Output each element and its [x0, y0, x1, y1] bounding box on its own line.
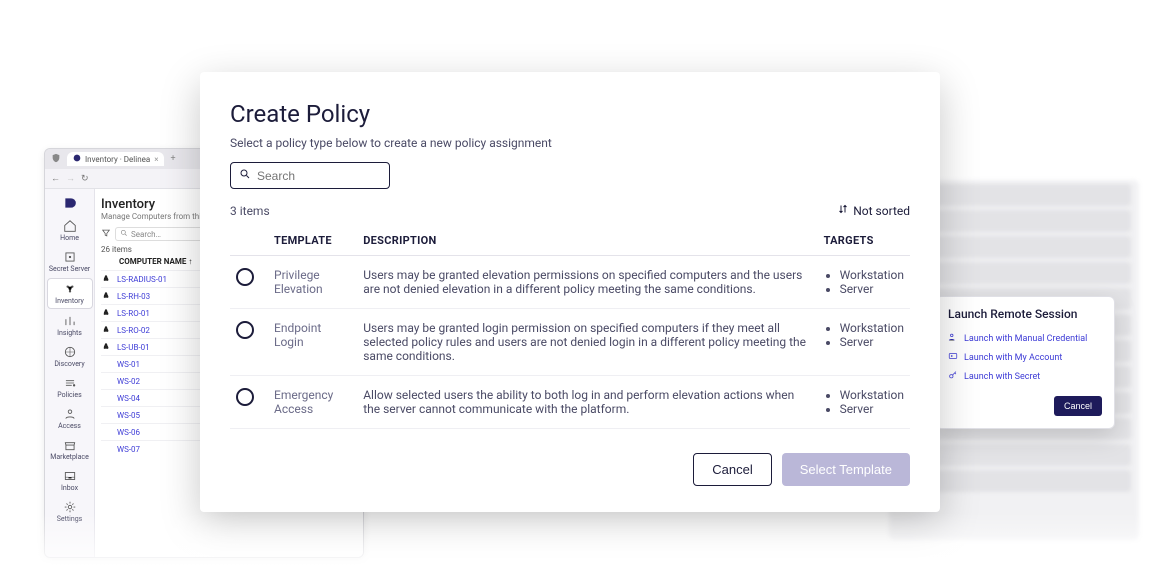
table-row[interactable]: Privilege ElevationUsers may be granted … [230, 256, 910, 309]
sidebar-item-inventory[interactable]: Inventory [47, 278, 93, 309]
tab-close-icon[interactable]: × [154, 155, 158, 164]
key-icon [948, 370, 958, 383]
windows-icon [101, 376, 111, 386]
computer-name-link[interactable]: WS-05 [117, 411, 140, 420]
radio-button[interactable] [236, 268, 254, 286]
modal-subtitle: Select a policy type below to create a n… [230, 136, 910, 150]
app-sidebar: Home Secret Server Inventory Insights Di… [45, 189, 95, 557]
nav-reload-icon[interactable]: ↻ [81, 174, 89, 184]
template-name: Emergency Access [268, 376, 357, 429]
computer-name-link[interactable]: LS-RH-03 [117, 292, 150, 301]
computer-name-link[interactable]: WS-01 [117, 360, 140, 369]
sidebar-item-access[interactable]: Access [47, 404, 93, 433]
sort-asc-icon: ↑ [188, 257, 192, 266]
launch-option-secret[interactable]: Launch with Secret [948, 367, 1102, 386]
template-name: Endpoint Login [268, 309, 357, 376]
computer-name-link[interactable]: LS-UB-01 [117, 343, 150, 352]
policy-item-count: 3 items [230, 204, 270, 218]
id-card-icon [948, 351, 958, 364]
template-targets: WorkstationServer [818, 256, 910, 309]
sidebar-item-insights[interactable]: Insights [47, 311, 93, 340]
sort-control[interactable]: Not sorted [837, 203, 910, 218]
computer-name-link[interactable]: WS-07 [117, 445, 140, 454]
policy-search-input[interactable] [230, 162, 390, 189]
computer-name-link[interactable]: WS-02 [117, 377, 140, 386]
computer-name-link[interactable]: LS-RADIUS-01 [117, 275, 167, 284]
tab-title: Inventory · Delinea [85, 155, 150, 164]
search-icon [120, 229, 128, 239]
radio-button[interactable] [236, 321, 254, 339]
cancel-button[interactable]: Cancel [693, 453, 771, 486]
sidebar-item-discovery[interactable]: Discovery [47, 342, 93, 371]
template-name: Privilege Elevation [268, 256, 357, 309]
policy-search-field[interactable] [257, 169, 381, 183]
windows-icon [101, 427, 111, 437]
col-template: TEMPLATE [268, 226, 357, 256]
select-template-button[interactable]: Select Template [782, 453, 910, 486]
linux-icon [101, 274, 111, 284]
windows-icon [101, 444, 111, 454]
linux-icon [101, 325, 111, 335]
policy-template-table: TEMPLATE DESCRIPTION TARGETS Privilege E… [230, 226, 910, 429]
table-row[interactable]: Emergency AccessAllow selected users the… [230, 376, 910, 429]
template-description: Users may be granted elevation permissio… [357, 256, 817, 309]
sidebar-item-inbox[interactable]: Inbox [47, 466, 93, 495]
create-policy-modal: Create Policy Select a policy type below… [200, 72, 940, 512]
col-targets: TARGETS [818, 226, 910, 256]
browser-shield-icon [51, 153, 61, 166]
template-targets: WorkstationServer [818, 309, 910, 376]
sidebar-item-home[interactable]: Home [47, 216, 93, 245]
computer-name-link[interactable]: LS-RO-02 [117, 326, 150, 335]
sort-icon [837, 203, 849, 218]
launch-cancel-button[interactable]: Cancel [1054, 396, 1102, 416]
linux-icon [101, 291, 111, 301]
windows-icon [101, 410, 111, 420]
search-icon [239, 168, 251, 183]
launch-title: Launch Remote Session [948, 307, 1102, 321]
brand-logo-icon [47, 193, 93, 214]
windows-icon [101, 359, 111, 369]
sidebar-item-marketplace[interactable]: Marketplace [47, 435, 93, 464]
radio-button[interactable] [236, 388, 254, 406]
user-key-icon [948, 332, 958, 345]
computer-name-link[interactable]: WS-04 [117, 394, 140, 403]
linux-icon [101, 308, 111, 318]
table-row[interactable]: Endpoint LoginUsers may be granted login… [230, 309, 910, 376]
nav-back-icon[interactable]: ← [51, 173, 60, 184]
new-tab-icon[interactable]: + [170, 154, 175, 164]
sidebar-item-secret-server[interactable]: Secret Server [47, 247, 93, 276]
windows-icon [101, 393, 111, 403]
sidebar-item-policies[interactable]: Policies [47, 373, 93, 402]
nav-forward-icon[interactable]: → [66, 173, 75, 184]
browser-tab[interactable]: Inventory · Delinea × [67, 152, 164, 166]
launch-remote-session-popover: Launch Remote Session Launch with Manual… [935, 296, 1115, 429]
template-description: Users may be granted login permission on… [357, 309, 817, 376]
template-targets: WorkstationServer [818, 376, 910, 429]
modal-title: Create Policy [230, 100, 910, 128]
linux-icon [101, 342, 111, 352]
computer-name-link[interactable]: LS-RO-01 [117, 309, 150, 318]
tab-favicon-icon [73, 154, 81, 164]
filter-icon[interactable] [101, 228, 111, 241]
computer-name-link[interactable]: WS-06 [117, 428, 140, 437]
launch-option-manual-credential[interactable]: Launch with Manual Credential [948, 329, 1102, 348]
col-description: DESCRIPTION [357, 226, 817, 256]
sidebar-item-settings[interactable]: Settings [47, 497, 93, 526]
launch-option-my-account[interactable]: Launch with My Account [948, 348, 1102, 367]
template-description: Allow selected users the ability to both… [357, 376, 817, 429]
